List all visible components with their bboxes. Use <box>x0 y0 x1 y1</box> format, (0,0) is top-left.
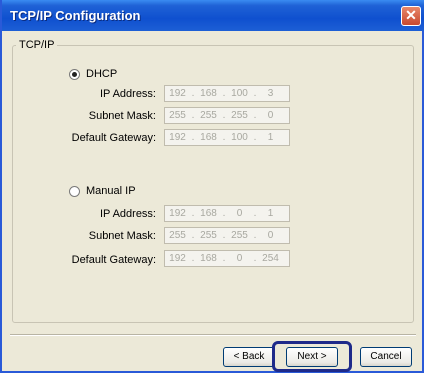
close-icon: ✕ <box>405 7 417 23</box>
close-button[interactable]: ✕ <box>401 6 421 26</box>
mask-octet: 255 <box>200 230 217 241</box>
mask-octet: 255 <box>231 230 248 241</box>
manual-ip-radio-option[interactable]: Manual IP <box>69 185 136 197</box>
manual-mask-field[interactable]: 255. 255. 255. 0 <box>164 227 290 244</box>
ip-octet: 168 <box>200 208 217 219</box>
dhcp-mask-field[interactable]: 255. 255. 255. 0 <box>164 107 290 124</box>
gateway-octet: 100 <box>231 132 248 143</box>
mask-octet: 255 <box>169 230 186 241</box>
gateway-octet: 168 <box>200 253 217 264</box>
manual-mask-label: Subnet Mask: <box>88 230 156 242</box>
back-button[interactable]: < Back <box>223 347 275 367</box>
gateway-octet: 192 <box>169 132 186 143</box>
ip-octet: 192 <box>169 88 186 99</box>
dhcp-gateway-field[interactable]: 192. 168. 100. 1 <box>164 129 290 146</box>
ip-octet: 1 <box>267 208 274 219</box>
manual-ip-radio[interactable] <box>69 185 80 197</box>
dhcp-mask-label: Subnet Mask: <box>88 110 156 122</box>
manual-ip-address-label: IP Address: <box>99 208 156 220</box>
dhcp-radio-option[interactable]: DHCP <box>69 68 117 80</box>
dhcp-ip-field[interactable]: 192. 168. 100. 3 <box>164 85 290 102</box>
ip-octet: 3 <box>267 88 274 99</box>
dhcp-ip-label: IP Address: <box>99 88 156 100</box>
dhcp-label: DHCP <box>86 68 118 80</box>
gateway-octet: 168 <box>200 132 217 143</box>
ip-octet: 100 <box>231 88 248 99</box>
mask-octet: 255 <box>231 110 248 121</box>
button-separator <box>10 334 416 336</box>
cancel-button[interactable]: Cancel <box>360 347 412 367</box>
mask-octet: 0 <box>267 110 274 121</box>
next-button[interactable]: Next > <box>286 347 338 367</box>
gateway-octet: 0 <box>236 253 243 264</box>
dhcp-radio[interactable] <box>69 68 80 80</box>
manual-ip-label: Manual IP <box>86 185 136 197</box>
ip-octet: 0 <box>236 208 243 219</box>
dialog-window: TCP/IP Configuration ✕ TCP/IP DHCP IP Ad… <box>0 0 424 373</box>
ip-octet: 168 <box>200 88 217 99</box>
dhcp-gateway-label: Default Gateway: <box>71 132 156 144</box>
groupbox-legend: TCP/IP <box>16 39 58 51</box>
gateway-octet: 1 <box>267 132 274 143</box>
mask-octet: 0 <box>267 230 274 241</box>
ip-octet: 192 <box>169 208 186 219</box>
gateway-octet: 254 <box>262 253 279 264</box>
manual-gateway-field[interactable]: 192. 168. 0. 254 <box>164 250 290 267</box>
window-title: TCP/IP Configuration <box>10 8 141 23</box>
title-bar[interactable]: TCP/IP Configuration ✕ <box>2 0 424 31</box>
manual-ip-field[interactable]: 192. 168. 0. 1 <box>164 205 290 222</box>
gateway-octet: 192 <box>169 253 186 264</box>
mask-octet: 255 <box>200 110 217 121</box>
manual-gateway-label: Default Gateway: <box>71 254 156 266</box>
mask-octet: 255 <box>169 110 186 121</box>
